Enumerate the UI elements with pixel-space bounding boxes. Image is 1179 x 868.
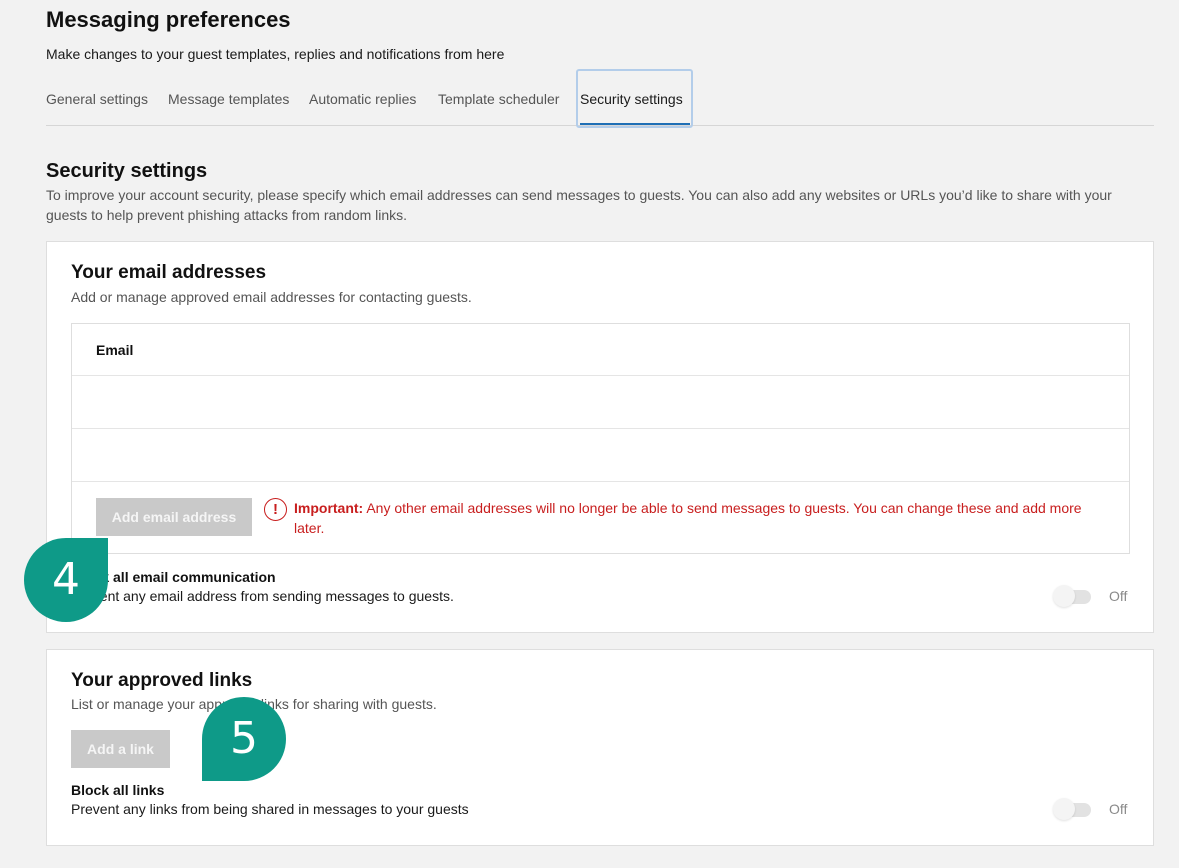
block-email-toggle[interactable] [1053, 585, 1093, 607]
email-card-description: Add or manage approved email addresses f… [71, 289, 472, 305]
block-links-label: Block all links [71, 782, 165, 798]
email-addresses-card: Your email addresses Add or manage appro… [46, 241, 1154, 633]
add-email-address-button[interactable]: Add email address [96, 498, 252, 536]
section-title: Security settings [46, 160, 208, 182]
add-link-button[interactable]: Add a link [71, 730, 170, 768]
table-row [72, 429, 1129, 482]
warning-message: Important: Any other email addresses wil… [294, 498, 1094, 538]
warning-body: Any other email addresses will no longer… [294, 500, 1082, 536]
tab-template-scheduler[interactable]: Template scheduler [438, 91, 559, 107]
toggle-knob [1053, 585, 1075, 607]
block-links-toggle[interactable] [1053, 798, 1093, 820]
page-title: Messaging preferences [46, 7, 291, 32]
warning-strong: Important: [294, 500, 364, 516]
tab-automatic-replies[interactable]: Automatic replies [309, 91, 416, 107]
active-tab-indicator [580, 123, 690, 125]
section-description: To improve your account security, please… [46, 187, 1112, 223]
warning-icon: ! [264, 498, 287, 521]
block-email-description: Prevent any email address from sending m… [71, 588, 454, 604]
email-card-title: Your email addresses [71, 262, 267, 283]
tab-message-templates[interactable]: Message templates [168, 91, 289, 107]
email-column-header: Email [96, 342, 134, 358]
tab-bar: General settings Message templates Autom… [46, 69, 1154, 128]
toggle-knob [1053, 798, 1075, 820]
block-email-toggle-state: Off [1109, 588, 1128, 604]
tab-general-settings[interactable]: General settings [46, 91, 148, 107]
page-subtitle: Make changes to your guest templates, re… [46, 46, 505, 62]
table-row [72, 376, 1129, 429]
links-card-title: Your approved links [71, 670, 253, 691]
block-links-toggle-state: Off [1109, 801, 1128, 817]
tab-security-settings[interactable]: Security settings [580, 91, 683, 107]
block-links-description: Prevent any links from being shared in m… [71, 801, 469, 817]
email-table: Email Add email address ! Important: Any… [71, 323, 1130, 554]
email-table-header: Email [72, 324, 1129, 376]
step-5-callout: 5 [202, 697, 286, 781]
step-4-callout: 4 [24, 538, 108, 622]
